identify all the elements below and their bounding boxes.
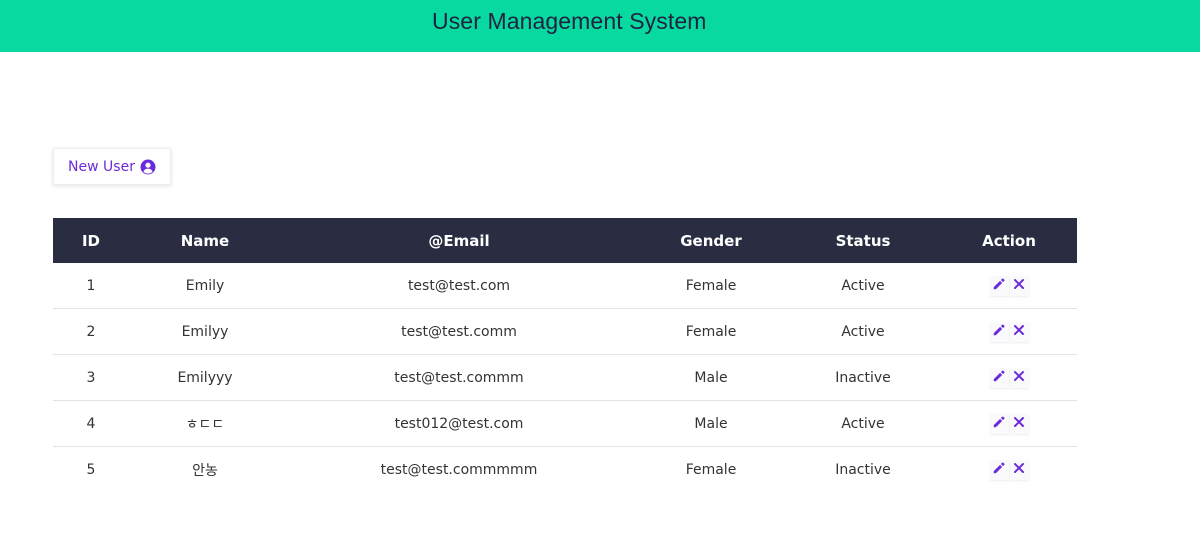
page-title: User Management System [432, 8, 707, 34]
row-actions [989, 321, 1029, 342]
row-actions [989, 459, 1029, 480]
cell-id: 1 [53, 263, 129, 309]
delete-button[interactable] [1009, 367, 1029, 388]
cell-gender: Male [637, 400, 785, 447]
column-header-name: Name [180, 231, 230, 250]
column-header-id: ID [81, 231, 101, 250]
delete-button[interactable] [1009, 321, 1029, 342]
users-table: ID Name @Email Gender Status Action 1 Emi… [53, 218, 1077, 492]
delete-button[interactable] [1009, 413, 1029, 434]
cell-gender: Female [637, 263, 785, 309]
pencil-icon [992, 277, 1006, 295]
edit-button[interactable] [989, 321, 1009, 342]
cell-id: 3 [53, 354, 129, 401]
cell-name: Emilyy [129, 308, 281, 355]
new-user-label: New User [68, 158, 135, 175]
cell-status: Inactive [835, 461, 891, 478]
column-header-status: Status [835, 231, 891, 250]
column-header-email: @Email [428, 231, 490, 250]
cell-action [941, 400, 1077, 447]
cell-email: test@test.com [281, 263, 637, 309]
table-row: 2 Emilyy test@test.comm Female Active [53, 308, 1077, 355]
close-icon [1013, 370, 1025, 386]
close-icon [1013, 278, 1025, 294]
table-row: 3 Emilyyy test@test.commm Male Inactive [53, 354, 1077, 401]
column-header-gender: Gender [680, 231, 742, 250]
delete-button[interactable] [1009, 275, 1029, 296]
table-header-row: ID Name @Email Gender Status Action [53, 218, 1077, 263]
cell-gender: Female [637, 308, 785, 355]
close-icon [1013, 462, 1025, 478]
edit-button[interactable] [989, 459, 1009, 480]
row-actions [989, 413, 1029, 434]
cell-status: Active [785, 400, 941, 447]
cell-name: Emilyyy [129, 354, 281, 401]
cell-email: test012@test.com [281, 400, 637, 447]
cell-id: 4 [53, 400, 129, 447]
edit-button[interactable] [989, 367, 1009, 388]
cell-id: 5 [86, 461, 96, 478]
cell-name: Emily [129, 263, 281, 309]
row-actions [989, 367, 1029, 388]
cell-id: 2 [53, 308, 129, 355]
cell-email: test@test.commm [281, 354, 637, 401]
column-header-action: Action [982, 231, 1036, 250]
cell-action [941, 263, 1077, 309]
cell-email: test@test.commmmm [380, 461, 538, 478]
cell-email: test@test.comm [281, 308, 637, 355]
new-user-button[interactable]: New User [53, 148, 171, 185]
table-row: 4 ㅎㄷㄷ test012@test.com Male Active [53, 400, 1077, 447]
edit-button[interactable] [989, 275, 1009, 296]
cell-action [941, 447, 1077, 493]
pencil-icon [992, 415, 1006, 433]
user-circle-icon [140, 159, 156, 175]
pencil-icon [992, 369, 1006, 387]
close-icon [1013, 324, 1025, 340]
table-row: 5 안농 test@test.commmmm Female Inactive [53, 447, 1077, 493]
edit-button[interactable] [989, 413, 1009, 434]
pencil-icon [992, 461, 1006, 479]
cell-gender: Female [685, 461, 737, 478]
cell-name: ㅎㄷㄷ [129, 400, 281, 447]
row-actions [989, 275, 1029, 296]
pencil-icon [992, 323, 1006, 341]
cell-status: Active [785, 263, 941, 309]
table-row: 1 Emily test@test.com Female Active [53, 263, 1077, 309]
delete-button[interactable] [1009, 459, 1029, 480]
cell-status: Inactive [785, 354, 941, 401]
cell-action [941, 354, 1077, 401]
cell-name: 안농 [192, 462, 218, 479]
close-icon [1013, 416, 1025, 432]
app-header: User Management System [0, 0, 1200, 52]
cell-gender: Male [637, 354, 785, 401]
cell-status: Active [785, 308, 941, 355]
cell-action [941, 308, 1077, 355]
